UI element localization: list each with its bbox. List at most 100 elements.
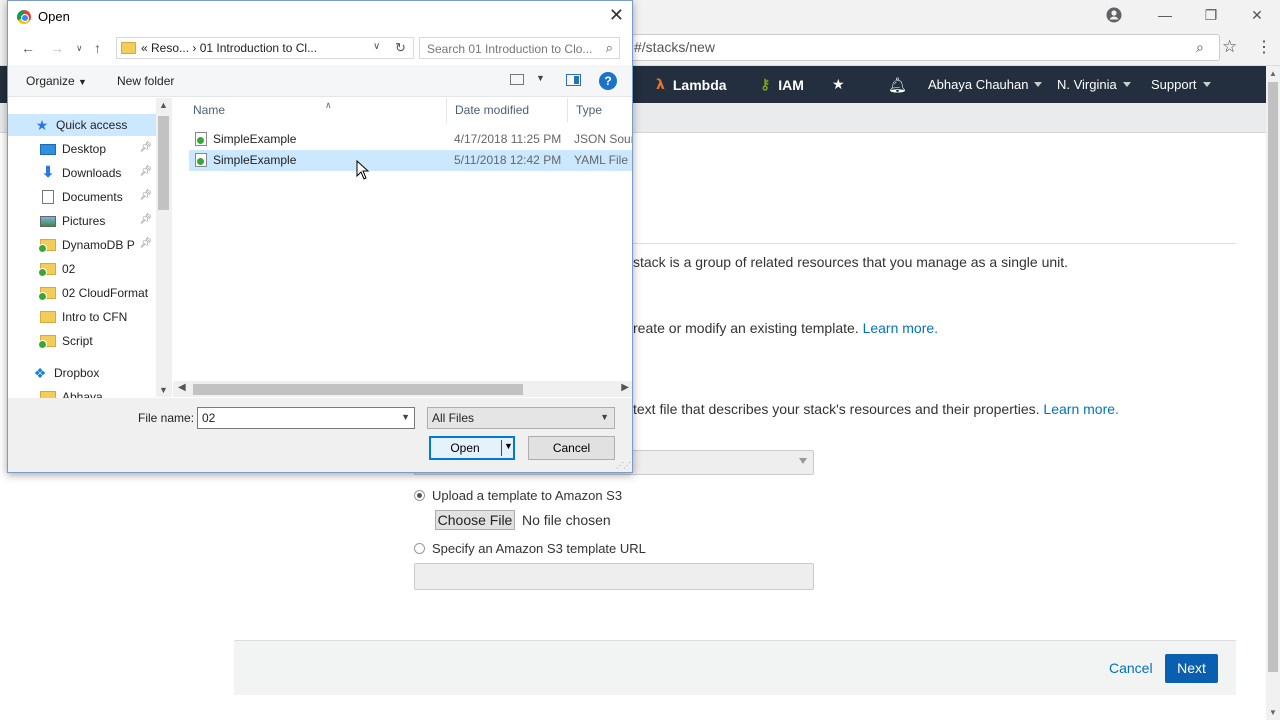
preview-pane-icon[interactable]: [566, 74, 581, 86]
scroll-thumb[interactable]: [1268, 82, 1278, 672]
open-button[interactable]: Open ▼: [429, 436, 515, 460]
documents-icon: [42, 190, 54, 204]
folder-icon: [38, 287, 56, 301]
learn-more-link[interactable]: Learn more.: [1043, 401, 1118, 417]
scroll-down-icon[interactable]: ▼: [159, 385, 168, 395]
restore-icon[interactable]: ❐: [1188, 0, 1234, 30]
scroll-down-icon[interactable]: ▼: [1269, 708, 1277, 717]
organize-label: Organize: [26, 74, 75, 88]
chevron-down-icon[interactable]: ▼: [504, 441, 513, 451]
cancel-link[interactable]: Cancel: [1109, 660, 1153, 676]
sidebar-item-label: 02: [62, 262, 76, 276]
cancel-button[interactable]: Cancel: [528, 436, 615, 460]
organize-button[interactable]: Organize ▼: [26, 74, 87, 88]
sidebar-item-abhaya[interactable]: Abhaya: [8, 386, 156, 398]
sidebar-item-dynamodb[interactable]: DynamoDB P 📌︎: [8, 234, 156, 256]
refresh-icon[interactable]: ↻: [395, 40, 406, 56]
template-description: reate or modify an existing template. Le…: [633, 320, 938, 336]
sidebar-item-downloads[interactable]: ⬇︎ Downloads 📌︎: [8, 162, 156, 184]
resize-grip-icon[interactable]: ⋰⋰: [616, 461, 631, 470]
scroll-right-icon[interactable]: ▶: [621, 382, 629, 393]
help-icon[interactable]: ?: [599, 72, 617, 90]
sidebar-item-label: DynamoDB P: [62, 238, 135, 252]
back-arrow-icon[interactable]: ←: [21, 40, 35, 56]
sidebar-item-label: Quick access: [56, 118, 128, 132]
file-name-input[interactable]: 02 ▼: [197, 407, 415, 429]
support-label: Support: [1151, 77, 1197, 92]
sidebar-item-script[interactable]: Script: [8, 330, 156, 352]
scroll-thumb[interactable]: [158, 116, 169, 210]
nav-lambda[interactable]: 𝝺 Lambda: [656, 66, 727, 103]
nav-pane-scrollbar[interactable]: ▲ ▼: [156, 98, 172, 397]
file-row[interactable]: SimpleExample 5/11/2018 12:42 PM YAML Fi…: [189, 150, 632, 171]
pin-icon: 📌︎: [139, 166, 152, 177]
folder-icon: [40, 311, 56, 323]
file-date: 5/11/2018 12:42 PM: [454, 153, 562, 167]
column-header-date[interactable]: Date modified: [447, 98, 568, 123]
sidebar-item-label: Abhaya: [62, 390, 103, 398]
yaml-file-icon: [195, 153, 207, 167]
upload-radio[interactable]: [414, 490, 425, 501]
scroll-thumb[interactable]: [193, 384, 523, 395]
chevron-down-icon[interactable]: ∨: [373, 41, 380, 52]
sidebar-item-desktop[interactable]: Desktop 📌︎: [8, 138, 156, 160]
s3-url-radio[interactable]: [414, 543, 425, 554]
nav-iam[interactable]: ⚷ IAM: [760, 66, 804, 103]
bell-icon[interactable]: 🔔︎: [888, 66, 907, 103]
file-type: YAML File: [574, 153, 629, 167]
s3-url-input[interactable]: [414, 563, 814, 590]
minimize-icon[interactable]: —: [1142, 0, 1188, 30]
file-list-hscrollbar[interactable]: ◀ ▶: [173, 381, 632, 397]
file-type-filter[interactable]: All Files ▼: [427, 407, 615, 429]
search-input[interactable]: Search 01 Introduction to Clo... ⌕: [419, 37, 620, 59]
dialog-footer: File name: 02 ▼ All Files ▼ Open ▼ Cance…: [8, 398, 632, 472]
pin-icon: 📌︎: [139, 238, 152, 249]
chevron-down-icon[interactable]: ▼: [536, 73, 545, 83]
file-name-label: File name:: [138, 411, 195, 425]
region-menu[interactable]: N. Virginia: [1057, 66, 1131, 103]
sidebar-item-label: Dropbox: [54, 366, 100, 380]
zoom-icon[interactable]: ⌕: [1196, 39, 1204, 56]
stack-description: stack is a group of related resources th…: [633, 254, 1069, 270]
next-button[interactable]: Next: [1165, 654, 1218, 683]
scroll-up-icon[interactable]: ▲: [159, 100, 168, 110]
recent-dropdown-icon[interactable]: ∨: [76, 43, 83, 54]
column-header-name[interactable]: Name ∧: [185, 98, 447, 123]
file-row[interactable]: SimpleExample 4/17/2018 11:25 PM JSON So…: [189, 129, 632, 150]
folder-icon: [38, 263, 56, 277]
close-icon[interactable]: ✕: [609, 5, 624, 26]
lambda-icon: 𝝺: [656, 76, 665, 92]
sidebar-item-02[interactable]: 02: [8, 258, 156, 280]
pin-icon: 📌︎: [139, 142, 152, 153]
page-scrollbar[interactable]: ▲ ▼: [1266, 66, 1280, 720]
chevron-down-icon[interactable]: ▼: [401, 412, 410, 422]
browser-menu-icon[interactable]: ⋮: [1256, 37, 1272, 57]
sidebar-item-pictures[interactable]: Pictures 📌︎: [8, 210, 156, 232]
choose-file-button[interactable]: Choose File: [435, 510, 515, 530]
sidebar-item-02-cloudformation[interactable]: 02 CloudFormat: [8, 282, 156, 304]
address-bar[interactable]: #/stacks/new: [610, 34, 1220, 61]
bookmark-star-icon[interactable]: ☆: [1222, 37, 1237, 57]
view-options-icon[interactable]: [510, 74, 524, 85]
json-file-icon: [195, 132, 207, 146]
sidebar-item-intro-to-cfn[interactable]: Intro to CFN: [8, 306, 156, 328]
pin-icon: 📌︎: [139, 214, 152, 225]
column-header-type[interactable]: Type: [568, 98, 632, 123]
up-arrow-icon[interactable]: ↑: [94, 40, 101, 56]
folder-icon: [121, 42, 136, 54]
sidebar-item-dropbox[interactable]: ❖ Dropbox: [8, 362, 156, 384]
sidebar-item-quick-access[interactable]: ★ Quick access: [8, 114, 156, 136]
scroll-up-icon[interactable]: ▲: [1269, 69, 1277, 78]
scroll-left-icon[interactable]: ◀: [178, 382, 186, 393]
pin-icon: 📌︎: [139, 190, 152, 201]
sidebar-item-documents[interactable]: Documents 📌︎: [8, 186, 156, 208]
breadcrumb[interactable]: « Reso... › 01 Introduction to Cl... ∨ ↻: [116, 37, 414, 59]
learn-more-link[interactable]: Learn more.: [863, 320, 938, 336]
close-window-icon[interactable]: ✕: [1234, 0, 1280, 30]
pin-icon[interactable]: ★: [832, 66, 845, 103]
user-menu[interactable]: Abhaya Chauhan: [928, 66, 1043, 103]
profile-icon[interactable]: [1104, 5, 1124, 25]
forward-arrow-icon[interactable]: →: [50, 40, 64, 56]
new-folder-button[interactable]: New folder: [117, 74, 174, 88]
support-menu[interactable]: Support: [1151, 66, 1211, 103]
